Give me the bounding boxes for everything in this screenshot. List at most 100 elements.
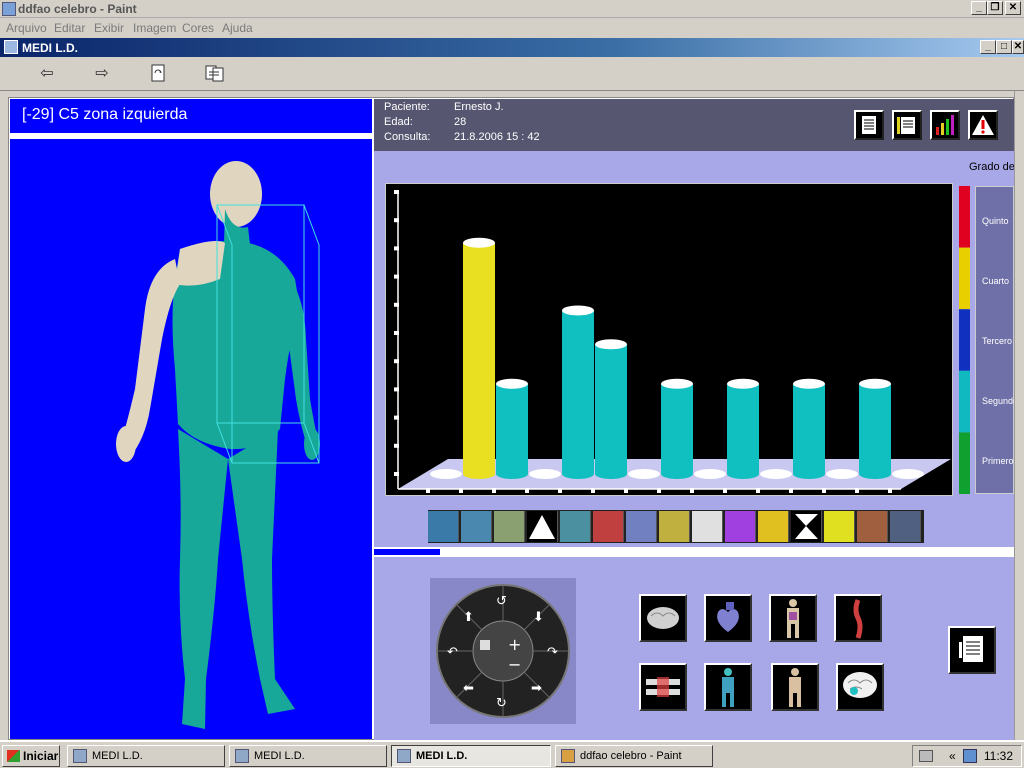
grade-color-band [959,309,970,371]
bar-cap [859,378,891,389]
bar-base [727,469,759,479]
grade-color-band [959,432,970,494]
move-down-icon[interactable]: ⬇ [533,610,544,625]
task-medi-2[interactable]: MEDI L.D. [229,745,387,767]
x-tick [723,488,727,493]
spine-icon[interactable] [834,594,882,642]
network-icon[interactable] [963,749,977,763]
medi-minimize-button[interactable]: _ [980,40,996,54]
grade-color-band [959,186,970,248]
human-body-model[interactable] [10,139,372,739]
rotate-left-icon[interactable]: ↶ [447,645,458,660]
report-icon[interactable] [948,626,996,674]
medi-maximize-button[interactable]: □ [996,40,1012,54]
refresh-page-icon[interactable] [147,64,169,84]
organ-thumb-3-icon[interactable] [494,511,525,542]
menu-arquivo[interactable]: Arquivo [6,21,47,35]
paint-restore-button[interactable]: ❐ [987,1,1003,15]
bar-base [859,469,891,479]
organ-thumb-2-icon[interactable] [461,511,492,542]
menu-imagem[interactable]: Imagem [133,21,176,35]
menu-ajuda[interactable]: Ajuda [222,21,253,35]
x-tick [855,488,859,493]
chart-bar [595,339,627,479]
body-circulation-icon[interactable] [704,663,752,711]
brain-side-icon[interactable] [836,663,884,711]
heart-icon[interactable] [626,511,657,542]
heart-icon[interactable] [704,594,752,642]
rotate-top-icon[interactable]: ↺ [496,594,507,609]
arrow-left-icon[interactable]: ⇦ [36,64,58,84]
y-tick [394,472,399,476]
body-skin-icon[interactable] [771,663,819,711]
x-tick [558,488,562,493]
menu-cores[interactable]: Cores [182,21,214,35]
torso-organs-icon[interactable] [769,594,817,642]
lightbulb-icon[interactable] [824,511,855,542]
nav-wheel-area: ⬆ ↺ ⬇ ↶ ↷ ⬅ ↻ ➡ + − [430,578,576,724]
start-button[interactable]: Iniciar [2,745,60,767]
grade-level-5: Quinto [982,216,1009,226]
menu-editar[interactable]: Editar [54,21,85,35]
bar-cap [496,378,528,389]
brain-icon[interactable] [639,594,687,642]
vertical-scrollbar[interactable] [1014,91,1024,740]
x-tick [624,488,628,493]
zoom-out-icon[interactable]: − [508,655,521,674]
bar-base [661,469,693,479]
x-tick [426,488,430,493]
task-medi-1[interactable]: MEDI L.D. [67,745,225,767]
bar-chart-icon[interactable] [930,110,960,140]
rotate-up-left-icon[interactable]: ⬆ [463,610,474,625]
organ-thumb-14-icon[interactable] [857,511,888,542]
zone-title: [-29] C5 zona izquierda [22,106,188,123]
brain-icon[interactable] [692,511,723,542]
medi-title-bar: MEDI L.D. _ □ ✕ [0,38,1024,57]
burst-icon[interactable] [725,511,756,542]
move-left-icon[interactable]: ⬅ [463,681,474,696]
info-list-icon[interactable] [892,110,922,140]
compare-pages-icon[interactable] [204,64,226,84]
warning-icon[interactable] [968,110,998,140]
rotate-right-icon[interactable]: ↷ [547,645,559,660]
teeth-icon[interactable] [639,663,687,711]
medi-close-button[interactable]: ✕ [1012,40,1024,54]
patient-age: 28 [454,116,467,128]
navigation-wheel[interactable]: ⬆ ↺ ⬇ ↶ ↷ ⬅ ↻ ➡ + − [430,578,576,724]
body-head [210,161,262,227]
medi-app-icon [4,40,18,54]
progress-indicator [374,549,440,555]
body-3d-view[interactable] [10,139,372,739]
organ-thumb-5-icon[interactable] [560,511,591,542]
zoom-in-icon[interactable]: + [508,635,521,654]
organ-thumb-8-icon[interactable] [659,511,690,542]
keyboard-icon[interactable] [919,750,933,762]
organ-thumb-15-icon[interactable] [890,511,921,542]
rotate-bottom-icon[interactable]: ↻ [496,696,507,711]
y-tick [394,331,399,335]
paint-title-bar: ddfao celebro - Paint _ ❐ ✕ [0,0,1024,18]
task-medi-3[interactable]: MEDI L.D. [391,745,551,767]
spine-icon[interactable] [593,511,624,542]
x-tick [789,488,793,493]
arrow-right-icon[interactable]: ⇨ [91,64,113,84]
task-paint[interactable]: ddfao celebro - Paint [555,745,713,767]
reset-view-icon[interactable] [480,640,490,650]
paint-close-button[interactable]: ✕ [1005,1,1021,15]
grade-color-scale [959,186,970,494]
triangle-icon[interactable] [527,511,558,542]
paint-minimize-button[interactable]: _ [971,1,987,15]
hourglass-icon[interactable] [791,511,822,542]
bar-body [661,383,693,474]
y-tick [394,415,399,420]
tray-expand-chevron[interactable]: « [949,749,956,763]
bar-body [727,383,759,474]
bar-base [793,469,825,479]
move-right-icon[interactable]: ➡ [531,681,542,696]
bar-cap [595,339,627,350]
menu-exibir[interactable]: Exibir [94,21,124,35]
sun-icon[interactable] [758,511,789,542]
organ-thumb-1-icon[interactable] [428,511,459,542]
document-list-icon[interactable] [854,110,884,140]
start-label: Iniciar [23,749,59,763]
